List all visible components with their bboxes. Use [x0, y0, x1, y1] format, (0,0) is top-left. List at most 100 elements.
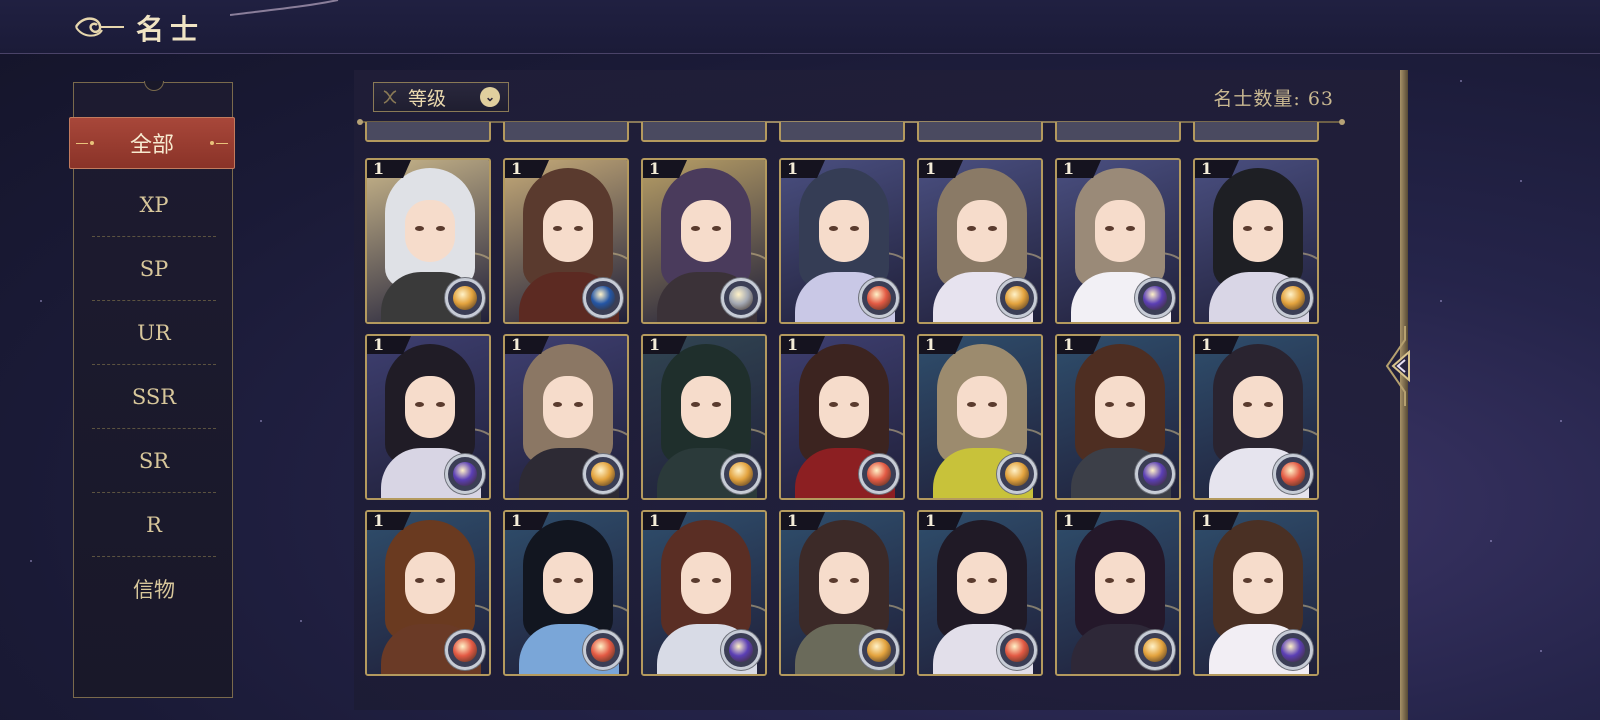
character-eye [691, 578, 700, 583]
character-eye [1126, 226, 1135, 231]
character-card[interactable]: 1 [1193, 334, 1319, 500]
card-level: 1 [511, 159, 523, 178]
card-level: 1 [787, 159, 799, 178]
character-card[interactable]: 1 [641, 510, 767, 676]
filter-tab-sp[interactable]: SP [92, 237, 216, 301]
element-badge-icon [445, 630, 485, 670]
character-card-partial[interactable] [641, 122, 767, 142]
collapse-arrow-icon[interactable] [1383, 326, 1415, 406]
filter-tab-sr[interactable]: SR [92, 429, 216, 493]
card-level: 1 [511, 335, 523, 354]
character-card-partial[interactable] [365, 122, 491, 142]
character-eye [1264, 226, 1273, 231]
character-card[interactable]: 1 [503, 510, 629, 676]
character-card-partial[interactable] [1055, 122, 1181, 142]
character-card[interactable]: 1 [779, 334, 905, 500]
character-count: 名士数量: 63 [1213, 88, 1334, 110]
badge-core [1143, 286, 1167, 310]
character-card-partial[interactable] [917, 122, 1043, 142]
filter-tab-token[interactable]: 信物 [92, 557, 216, 621]
character-portrait [1095, 552, 1145, 614]
character-card[interactable]: 1 [641, 158, 767, 324]
badge-core [1005, 638, 1029, 662]
character-card[interactable]: 1 [1193, 158, 1319, 324]
character-portrait [405, 552, 455, 614]
character-eye [988, 578, 997, 583]
card-background [367, 122, 489, 140]
character-card-grid: 1 1 1 1 1 1 1 1 1 1 1 1 1 1 1 1 1 1 1 1 1 [365, 122, 1345, 692]
character-card[interactable]: 1 [779, 158, 905, 324]
card-background [1057, 122, 1179, 140]
character-eye [1264, 578, 1273, 583]
character-eye [967, 402, 976, 407]
character-eye [574, 402, 583, 407]
filter-tab-ssr[interactable]: SSR [92, 365, 216, 429]
badge-core [1281, 286, 1305, 310]
card-level: 1 [1201, 511, 1213, 530]
character-eye [415, 578, 424, 583]
character-card[interactable]: 1 [365, 510, 491, 676]
badge-core [591, 462, 615, 486]
tab-ornament-right [216, 143, 228, 144]
element-badge-icon [583, 454, 623, 494]
character-portrait [957, 200, 1007, 262]
character-eye [829, 226, 838, 231]
back-swirl-icon[interactable] [72, 12, 126, 42]
badge-core [453, 286, 477, 310]
filter-tab-r[interactable]: R [92, 493, 216, 557]
element-badge-icon [1135, 454, 1175, 494]
character-card-partial[interactable] [503, 122, 629, 142]
filter-tab-xp[interactable]: XP [92, 173, 216, 237]
badge-core [729, 462, 753, 486]
character-card-partial[interactable] [1193, 122, 1319, 142]
character-card[interactable]: 1 [917, 510, 1043, 676]
element-badge-icon [583, 630, 623, 670]
character-eye [691, 402, 700, 407]
character-card[interactable]: 1 [641, 334, 767, 500]
filter-tab-label: UR [137, 320, 171, 345]
character-portrait [543, 376, 593, 438]
character-eye [574, 578, 583, 583]
character-eye [415, 402, 424, 407]
character-card[interactable]: 1 [365, 334, 491, 500]
rarity-filter-sidebar: 全部 XP SP UR SSR SR R 信物 [69, 81, 235, 698]
character-eye [1105, 226, 1114, 231]
character-eye [1243, 578, 1252, 583]
filter-tab-all[interactable]: 全部 [69, 117, 235, 169]
tab-ornament-left [76, 143, 88, 144]
card-level: 1 [1063, 159, 1075, 178]
character-eye [988, 226, 997, 231]
character-card[interactable]: 1 [1055, 510, 1181, 676]
card-level: 1 [511, 511, 523, 530]
character-card[interactable]: 1 [503, 158, 629, 324]
character-card[interactable]: 1 [503, 334, 629, 500]
filter-tab-label: 信物 [133, 578, 175, 602]
card-level: 1 [787, 511, 799, 530]
character-eye [967, 578, 976, 583]
filter-tab-ur[interactable]: UR [92, 301, 216, 365]
badge-core [867, 638, 891, 662]
sort-dropdown[interactable]: 等级 ⌄ [373, 82, 509, 112]
character-card[interactable]: 1 [917, 158, 1043, 324]
character-card[interactable]: 1 [365, 158, 491, 324]
element-badge-icon [859, 630, 899, 670]
character-card[interactable]: 1 [779, 510, 905, 676]
character-card[interactable]: 1 [917, 334, 1043, 500]
badge-core [729, 286, 753, 310]
character-portrait [681, 200, 731, 262]
card-level: 1 [649, 511, 661, 530]
character-card-partial[interactable] [779, 122, 905, 142]
character-card[interactable]: 1 [1055, 334, 1181, 500]
character-eye [712, 578, 721, 583]
character-card[interactable]: 1 [1193, 510, 1319, 676]
element-badge-icon [721, 454, 761, 494]
character-portrait [1095, 200, 1145, 262]
card-background [781, 122, 903, 140]
character-card[interactable]: 1 [1055, 158, 1181, 324]
character-eye [988, 402, 997, 407]
badge-core [1005, 462, 1029, 486]
card-level: 1 [925, 159, 937, 178]
sort-ornament-icon [383, 90, 397, 104]
character-eye [436, 226, 445, 231]
header-ornament [230, 0, 339, 16]
